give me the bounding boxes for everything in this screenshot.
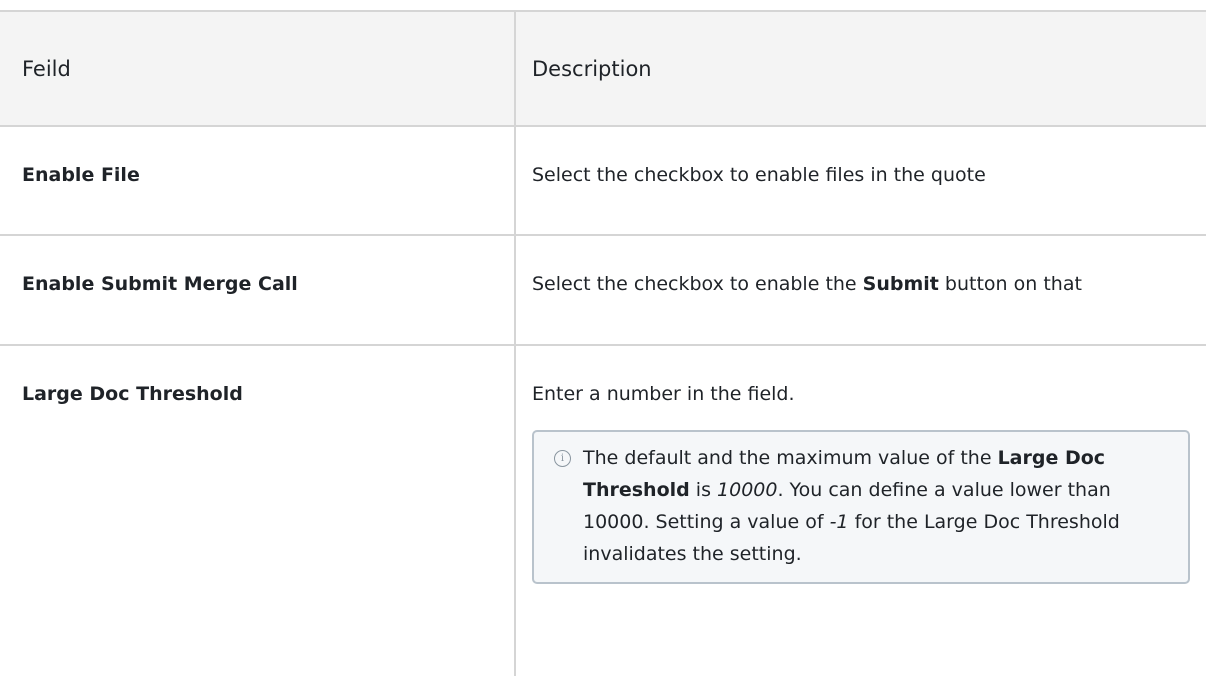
header-field: Feild (0, 12, 516, 125)
table-row: Large Doc Threshold Enter a number in th… (0, 346, 1206, 676)
header-description: Description (532, 56, 652, 81)
field-name: Enable Submit Merge Call (0, 236, 516, 344)
field-description: Select the checkbox to enable files in t… (532, 164, 986, 186)
field-name: Enable File (0, 127, 516, 234)
info-icon: i (554, 450, 571, 467)
table-row: Enable Submit Merge Call Select the chec… (0, 236, 1206, 346)
info-note: i The default and the maximum value of t… (532, 430, 1190, 584)
note-segment: The default and the maximum value of the (583, 447, 998, 469)
field-name: Large Doc Threshold (0, 346, 516, 676)
field-description: Select the checkbox to enable the Submit… (516, 236, 1206, 344)
table-row: Enable File Select the checkbox to enabl… (0, 127, 1206, 236)
note-italic: -1 (829, 511, 849, 533)
note-segment: is (689, 479, 718, 501)
desc-text: button on that (938, 273, 1082, 295)
note-italic: 10000 (717, 479, 778, 501)
desc-bold-text: Submit (862, 273, 939, 295)
fields-table: Feild Description Enable File Select the… (0, 10, 1206, 676)
field-description: Enter a number in the field. i The defau… (516, 346, 1206, 676)
field-description-text: Enter a number in the field. (532, 383, 795, 405)
note-text: The default and the maximum value of the… (583, 442, 1168, 570)
desc-text: Select the checkbox to enable the (532, 273, 863, 295)
table-header-row: Feild Description (0, 12, 1206, 127)
